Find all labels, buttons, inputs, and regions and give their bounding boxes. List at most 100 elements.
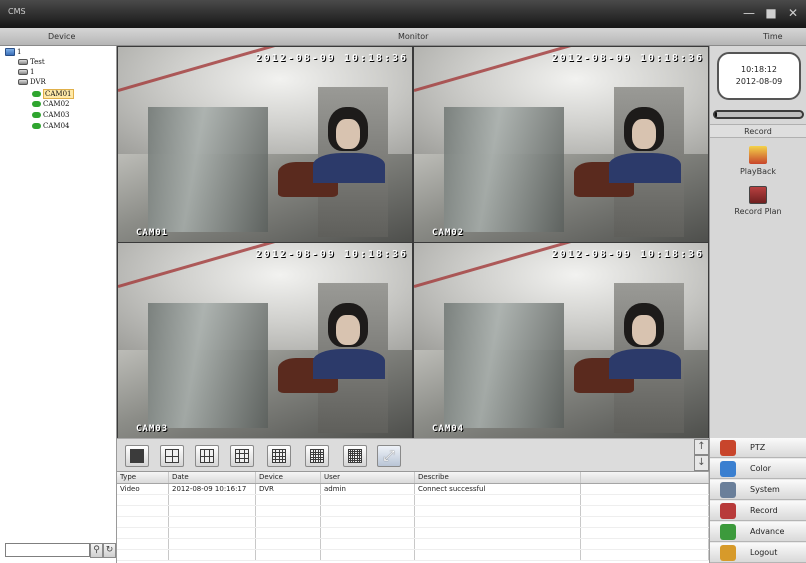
layout-25-icon bbox=[310, 449, 324, 463]
menu-item-record[interactable]: Record bbox=[710, 501, 806, 521]
table-row bbox=[117, 495, 709, 506]
arrow-up-icon[interactable]: ↑ bbox=[694, 439, 709, 455]
advance-icon bbox=[720, 524, 736, 540]
col-extra[interactable] bbox=[581, 472, 709, 483]
menu-item-color[interactable]: Color bbox=[710, 459, 806, 479]
camera-icon bbox=[32, 91, 41, 97]
col-describe[interactable]: Describe bbox=[415, 472, 581, 483]
device-header: Device bbox=[48, 32, 76, 41]
pane-camera-label: CAM04 bbox=[432, 424, 465, 434]
col-date[interactable]: Date bbox=[169, 472, 256, 483]
camera-icon bbox=[32, 123, 41, 129]
pane-timestamp: 2012-08-09 10:18:36 bbox=[551, 53, 704, 64]
layout-1-icon bbox=[130, 449, 144, 463]
camera-icon bbox=[32, 101, 41, 107]
table-row[interactable]: Video 2012-08-09 10:16:17 DVR admin Conn… bbox=[117, 484, 709, 495]
right-panel: 10:18:12 2012-08-09 Record PlayBack Reco… bbox=[709, 46, 806, 438]
playback-button[interactable]: PlayBack bbox=[710, 146, 806, 176]
table-row bbox=[117, 506, 709, 517]
tree-item-cam02[interactable]: CAM02 bbox=[32, 100, 70, 108]
window-title: CMS bbox=[8, 7, 26, 16]
tree-item-dvr[interactable]: DVR bbox=[18, 78, 46, 86]
layout-16-icon bbox=[272, 449, 286, 463]
color-icon bbox=[720, 461, 736, 477]
device-tree: 1 Test 1 DVR CAM01 CAM02 CAM03 CAM04 ⚲ ↻ bbox=[0, 46, 117, 563]
pane-timestamp: 2012-08-09 10:18:36 bbox=[255, 249, 408, 260]
menu-item-logout[interactable]: Logout bbox=[710, 543, 806, 563]
record-plan-icon bbox=[749, 186, 767, 204]
video-pane-1[interactable]: 2012-08-09 10:18:36 CAM01 bbox=[118, 47, 412, 242]
layout-25-button[interactable] bbox=[305, 445, 329, 467]
progress-fill bbox=[715, 112, 717, 117]
search-icon[interactable]: ⚲ bbox=[90, 543, 103, 558]
device-icon bbox=[18, 69, 28, 75]
layout-36-icon bbox=[348, 449, 362, 463]
arrow-down-icon[interactable]: ↓ bbox=[694, 455, 709, 471]
clock-display: 10:18:12 2012-08-09 bbox=[717, 52, 801, 100]
minimize-button[interactable]: — bbox=[742, 6, 756, 20]
system-icon bbox=[720, 482, 736, 498]
video-pane-3[interactable]: 2012-08-09 10:18:36 CAM03 bbox=[118, 243, 412, 438]
pane-timestamp: 2012-08-09 10:18:36 bbox=[255, 53, 408, 64]
col-device[interactable]: Device bbox=[256, 472, 321, 483]
layout-9-button[interactable] bbox=[230, 445, 254, 467]
video-pane-2[interactable]: 2012-08-09 10:18:36 CAM02 bbox=[414, 47, 708, 242]
pane-camera-label: CAM02 bbox=[432, 228, 465, 238]
playback-progress[interactable] bbox=[713, 110, 804, 119]
layout-6-button[interactable] bbox=[195, 445, 219, 467]
pane-timestamp: 2012-08-09 10:18:36 bbox=[551, 249, 704, 260]
maximize-button[interactable]: ■ bbox=[764, 6, 778, 20]
tree-item-cam01[interactable]: CAM01 bbox=[32, 89, 74, 99]
fullscreen-icon: ⤢ bbox=[383, 448, 395, 464]
layout-1-button[interactable] bbox=[125, 445, 149, 467]
col-user[interactable]: User bbox=[321, 472, 415, 483]
table-row bbox=[117, 550, 709, 561]
record-plan-button[interactable]: Record Plan bbox=[710, 186, 806, 216]
function-menu: PTZ Color System Record Advance Logout bbox=[709, 438, 806, 563]
layout-16-button[interactable] bbox=[267, 445, 291, 467]
menu-item-ptz[interactable]: PTZ bbox=[710, 438, 806, 458]
ptz-scroll: ↑ ↓ bbox=[694, 439, 709, 472]
video-pane-4[interactable]: 2012-08-09 10:18:36 CAM04 bbox=[414, 243, 708, 438]
tree-item-test[interactable]: Test bbox=[18, 58, 45, 66]
tree-item-1[interactable]: 1 bbox=[18, 68, 34, 76]
root-icon bbox=[5, 48, 15, 56]
clock-date: 2012-08-09 bbox=[735, 77, 783, 86]
tree-item-root[interactable]: 1 bbox=[5, 48, 21, 56]
event-log-table: Type Date Device User Describe Video 201… bbox=[117, 471, 709, 563]
clock-time: 10:18:12 bbox=[741, 65, 777, 74]
table-row bbox=[117, 517, 709, 528]
log-header: Type Date Device User Describe bbox=[117, 472, 709, 484]
section-header-bar: Device Monitor Time bbox=[0, 28, 806, 46]
table-row bbox=[117, 539, 709, 550]
title-bar: CMS — ■ ✕ bbox=[0, 0, 806, 28]
record-section-title: Record bbox=[710, 124, 806, 138]
layout-9-icon bbox=[235, 449, 249, 463]
tree-item-cam04[interactable]: CAM04 bbox=[32, 122, 70, 130]
fullscreen-button[interactable]: ⤢ bbox=[377, 445, 401, 467]
playback-icon bbox=[749, 146, 767, 164]
monitor-header: Monitor bbox=[398, 32, 429, 41]
layout-4-icon bbox=[165, 449, 179, 463]
camera-icon bbox=[32, 112, 41, 118]
layout-4-button[interactable] bbox=[160, 445, 184, 467]
ptz-icon bbox=[720, 440, 736, 456]
time-header: Time bbox=[763, 32, 783, 41]
close-button[interactable]: ✕ bbox=[786, 6, 800, 20]
pane-camera-label: CAM01 bbox=[136, 228, 169, 238]
menu-item-advance[interactable]: Advance bbox=[710, 522, 806, 542]
logout-icon bbox=[720, 545, 736, 561]
layout-toolbar: ⤢ ↑ ↓ bbox=[117, 438, 709, 471]
tree-search-input[interactable] bbox=[5, 543, 90, 557]
menu-item-system[interactable]: System bbox=[710, 480, 806, 500]
layout-36-button[interactable] bbox=[343, 445, 367, 467]
record-icon bbox=[720, 503, 736, 519]
tree-item-cam03[interactable]: CAM03 bbox=[32, 111, 70, 119]
video-grid: 2012-08-09 10:18:36 CAM01 2012-08-09 10:… bbox=[117, 46, 709, 438]
device-icon bbox=[18, 59, 28, 65]
refresh-icon[interactable]: ↻ bbox=[103, 543, 116, 558]
device-icon bbox=[18, 79, 28, 85]
pane-camera-label: CAM03 bbox=[136, 424, 169, 434]
col-type[interactable]: Type bbox=[117, 472, 169, 483]
table-row bbox=[117, 528, 709, 539]
